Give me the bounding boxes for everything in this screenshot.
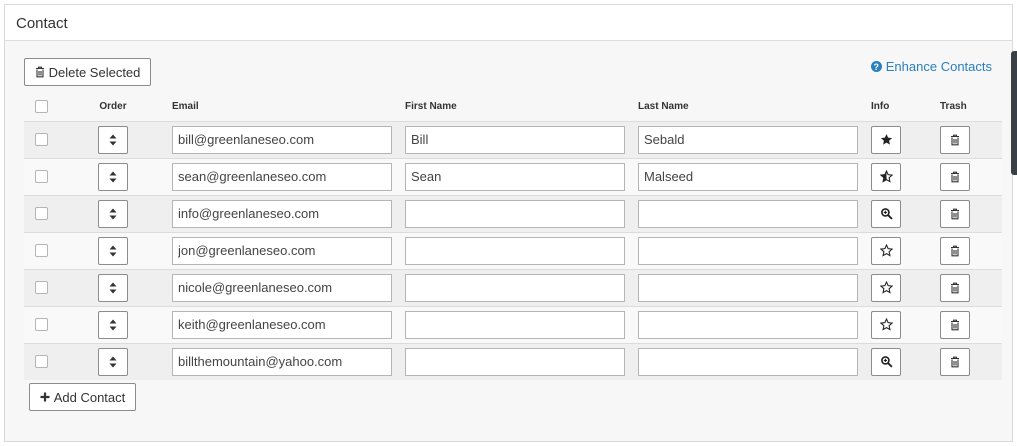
email-field[interactable] (172, 310, 392, 339)
trash-button[interactable] (940, 199, 970, 228)
sort-icon (109, 171, 117, 183)
sort-icon (109, 208, 117, 220)
first-name-field[interactable] (405, 162, 625, 191)
table-row (24, 121, 1002, 158)
sort-icon (109, 134, 117, 146)
table-row (24, 158, 1002, 195)
panel-title: Contact (5, 5, 1012, 41)
last-name-field[interactable] (638, 199, 858, 228)
column-header-last-name: Last Name (638, 101, 689, 113)
first-name-field[interactable] (405, 310, 625, 339)
first-name-field[interactable] (405, 125, 625, 154)
trash-button[interactable] (940, 162, 970, 191)
reorder-handle[interactable] (98, 125, 128, 154)
delete-selected-button[interactable]: Delete Selected (24, 58, 151, 86)
column-header-trash: Trash (940, 101, 967, 113)
first-name-field[interactable] (405, 199, 625, 228)
info-button[interactable] (871, 347, 901, 376)
row-select-checkbox[interactable] (34, 355, 48, 369)
star-empty-icon (879, 244, 893, 257)
sort-icon (109, 282, 117, 294)
row-select-checkbox[interactable] (34, 243, 48, 257)
first-name-field[interactable] (405, 273, 625, 302)
reorder-handle[interactable] (98, 236, 128, 265)
trash-icon (950, 134, 960, 146)
reorder-handle[interactable] (98, 199, 128, 228)
side-scroll-handle[interactable] (1011, 51, 1017, 175)
trash-icon (950, 282, 960, 294)
column-header-email: Email (172, 101, 199, 113)
reorder-handle[interactable] (98, 162, 128, 191)
info-button[interactable] (871, 310, 901, 339)
table-header-row: Order Email First Name Last Name Info Tr… (24, 93, 1002, 121)
last-name-field[interactable] (638, 162, 858, 191)
trash-icon (950, 171, 960, 183)
email-field[interactable] (172, 199, 392, 228)
delete-selected-label: Delete Selected (48, 64, 141, 80)
first-name-field[interactable] (405, 236, 625, 265)
last-name-field[interactable] (638, 125, 858, 154)
enhance-contacts-label: Enhance Contacts (885, 59, 992, 74)
column-header-first-name: First Name (405, 101, 457, 113)
select-all-checkbox[interactable] (34, 100, 48, 114)
sort-icon (109, 356, 117, 368)
table-row (24, 195, 1002, 232)
trash-button[interactable] (940, 347, 970, 376)
last-name-field[interactable] (638, 347, 858, 376)
contacts-table: Order Email First Name Last Name Info Tr… (24, 93, 1002, 380)
last-name-field[interactable] (638, 310, 858, 339)
trash-icon (950, 208, 960, 220)
trash-icon (950, 356, 960, 368)
table-row (24, 306, 1002, 343)
info-button[interactable] (871, 273, 901, 302)
zoom-in-icon (880, 207, 893, 220)
table-row (24, 343, 1002, 380)
plus-icon (40, 392, 50, 402)
row-select-checkbox[interactable] (34, 169, 48, 183)
trash-button[interactable] (940, 125, 970, 154)
trash-button[interactable] (940, 273, 970, 302)
star-empty-icon (879, 281, 893, 294)
reorder-handle[interactable] (98, 347, 128, 376)
trash-icon (35, 66, 44, 78)
email-field[interactable] (172, 347, 392, 376)
enhance-contacts-link[interactable]: ? Enhance Contacts (870, 59, 992, 74)
email-field[interactable] (172, 273, 392, 302)
row-select-checkbox[interactable] (34, 206, 48, 220)
last-name-field[interactable] (638, 236, 858, 265)
email-field[interactable] (172, 236, 392, 265)
email-field[interactable] (172, 162, 392, 191)
info-button[interactable] (871, 199, 901, 228)
reorder-handle[interactable] (98, 273, 128, 302)
add-contact-label: Add Contact (53, 389, 126, 405)
question-circle-icon: ? (870, 61, 882, 72)
trash-icon (950, 319, 960, 331)
contact-panel: Contact Delete Selected ? Enhance Contac… (4, 4, 1013, 442)
star-half-icon (879, 170, 893, 183)
star-empty-icon (879, 318, 893, 331)
star-filled-icon (880, 133, 893, 146)
add-contact-button[interactable]: Add Contact (29, 383, 136, 411)
first-name-field[interactable] (405, 347, 625, 376)
sort-icon (109, 319, 117, 331)
column-header-info: Info (871, 101, 890, 113)
table-row (24, 269, 1002, 306)
trash-icon (950, 245, 960, 257)
row-select-checkbox[interactable] (34, 317, 48, 331)
table-row (24, 232, 1002, 269)
row-select-checkbox[interactable] (34, 132, 48, 146)
trash-button[interactable] (940, 236, 970, 265)
email-field[interactable] (172, 125, 392, 154)
last-name-field[interactable] (638, 273, 858, 302)
info-button[interactable] (871, 236, 901, 265)
trash-button[interactable] (940, 310, 970, 339)
row-select-checkbox[interactable] (34, 280, 48, 294)
sort-icon (109, 245, 117, 257)
info-button[interactable] (871, 162, 901, 191)
zoom-in-icon (880, 355, 893, 368)
column-header-order: Order (99, 101, 127, 113)
reorder-handle[interactable] (98, 310, 128, 339)
info-button[interactable] (871, 125, 901, 154)
